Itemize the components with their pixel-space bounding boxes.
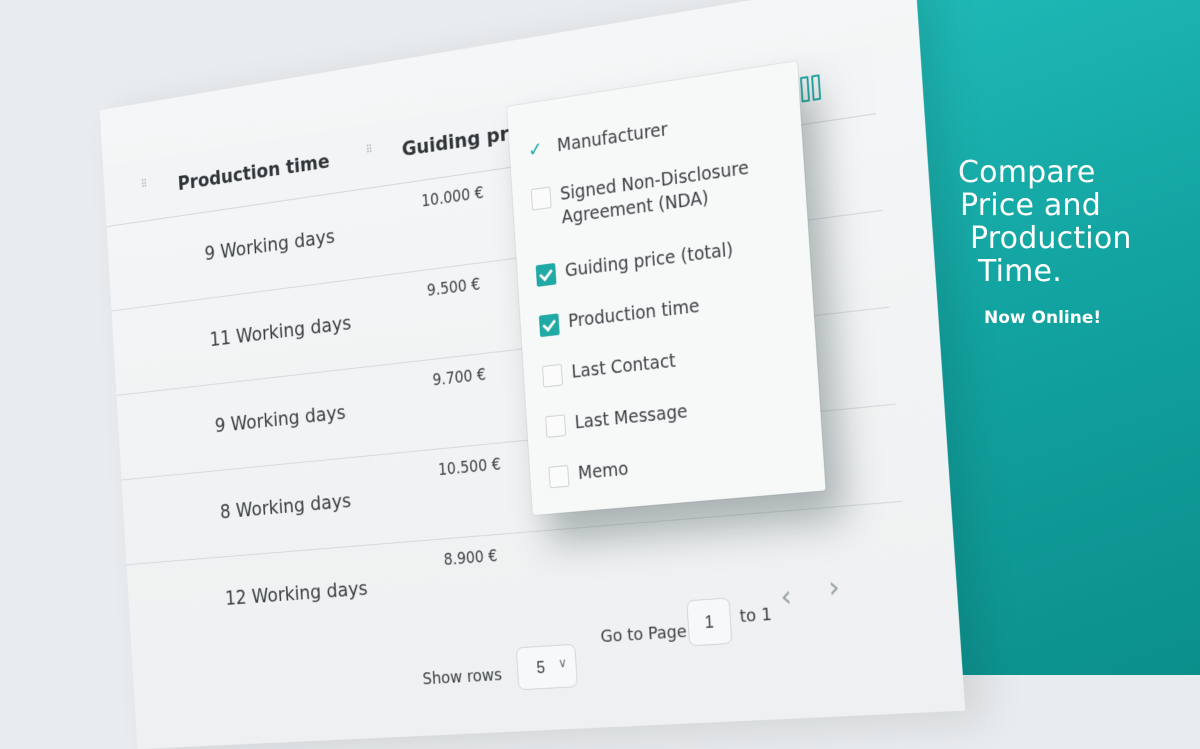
menu-item-label: Production time (539, 295, 701, 338)
table-card: ⠿ Production time ⠿ Guiding price (total… (100, 0, 965, 749)
checkbox-unchecked[interactable] (531, 186, 552, 210)
rows-per-page-select[interactable]: 5 ∨ (516, 644, 578, 690)
menu-item-label: Last Message (545, 400, 688, 438)
checkbox-unchecked[interactable] (542, 364, 563, 388)
menu-item-last-message[interactable]: Last Message (545, 400, 688, 438)
checkbox-unchecked[interactable] (548, 465, 569, 488)
rows-per-page-value: 5 (536, 658, 546, 678)
page-number-input[interactable]: 1 (686, 597, 732, 646)
header-production-time[interactable]: Production time (177, 150, 330, 195)
promo-headline: Compare Price and Production Time. (958, 156, 1188, 288)
chevron-down-icon: ∨ (558, 655, 568, 671)
promo-line-1: Compare (958, 156, 1188, 189)
promo-line-3: Production (958, 222, 1188, 255)
checkmark-icon: ✓ (528, 137, 544, 162)
promo-line-4: Time. (958, 255, 1188, 288)
show-rows-label: Show rows (422, 665, 503, 689)
menu-item-last-contact[interactable]: Last Contact (542, 349, 677, 387)
drag-handle-icon[interactable]: ⠿ (365, 147, 372, 162)
drag-handle-icon[interactable]: ⠿ (141, 182, 148, 197)
checkbox-checked[interactable] (536, 263, 557, 287)
chevron-left-icon[interactable]: ‹ (780, 580, 793, 615)
cell-price: 9.500 € (426, 275, 480, 300)
go-to-page-label: Go to Page (600, 622, 687, 647)
menu-item-production-time[interactable]: Production time (539, 295, 701, 338)
checkbox-checked[interactable] (539, 313, 560, 337)
menu-item-memo[interactable]: Memo (548, 458, 629, 489)
cell-production-time: 11 Working days (209, 312, 352, 352)
cell-production-time: 9 Working days (214, 401, 346, 437)
cell-production-time: 8 Working days (219, 490, 351, 524)
menu-item-label: Signed Non-Disclosure Agreement (NDA) (531, 154, 771, 234)
cell-price: 8.900 € (443, 547, 498, 570)
menu-item-label: Manufacturer (528, 118, 669, 162)
promo-subline: Now Online! (984, 308, 1101, 328)
cell-price: 10.000 € (421, 184, 484, 211)
page-total-label: to 1 (739, 604, 772, 626)
menu-item-label: Guiding price (total) (536, 238, 734, 287)
cell-production-time: 9 Working days (204, 225, 335, 265)
column-picker-menu: ✓ Manufacturer Signed Non-Disclosure Agr… (507, 61, 826, 515)
menu-item-nda[interactable]: Signed Non-Disclosure Agreement (NDA) (531, 154, 771, 234)
cell-price: 10.500 € (438, 455, 502, 479)
cell-production-time: 12 Working days (225, 577, 369, 610)
checkbox-unchecked[interactable] (545, 414, 566, 437)
chevron-right-icon[interactable]: › (827, 570, 841, 605)
menu-item-manufacturer[interactable]: ✓ Manufacturer (528, 118, 669, 162)
menu-item-guiding-price[interactable]: Guiding price (total) (536, 238, 734, 287)
promo-line-2: Price and (958, 189, 1188, 222)
cell-price: 9.700 € (432, 366, 486, 390)
